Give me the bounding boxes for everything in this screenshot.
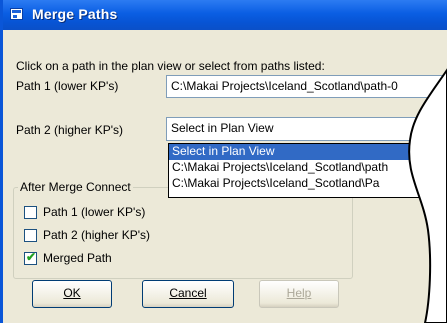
instruction-text: Click on a path in the plan view or sele… bbox=[16, 59, 325, 73]
path1-field[interactable]: C:\Makai Projects\Iceland_Scotland\path-… bbox=[166, 75, 447, 98]
after-merge-title: After Merge Connect bbox=[18, 180, 133, 194]
ok-button[interactable]: OK bbox=[32, 280, 112, 308]
merge-paths-dialog: Merge Paths Click on a path in the plan … bbox=[0, 0, 447, 323]
path1-label: Path 1 (lower KP's) bbox=[16, 79, 119, 93]
path2-checkbox-label: Path 2 (higher KP's) bbox=[43, 228, 151, 242]
checkmark-icon: ✔ bbox=[26, 250, 37, 264]
path1-checkbox-label: Path 1 (lower KP's) bbox=[43, 205, 146, 219]
path1-checkbox[interactable] bbox=[24, 206, 37, 219]
cancel-button-label: Cancel bbox=[169, 286, 207, 300]
path2-dropdown-list[interactable]: Select in Plan View C:\Makai Projects\Ic… bbox=[168, 143, 447, 198]
path2-checkbox[interactable] bbox=[24, 229, 37, 242]
title-bar[interactable]: Merge Paths bbox=[3, 0, 447, 30]
cancel-button[interactable]: Cancel bbox=[142, 280, 234, 308]
help-button-label: Help bbox=[286, 286, 312, 300]
dropdown-option-select-in-plan-view[interactable]: Select in Plan View bbox=[169, 144, 447, 160]
ok-button-label: OK bbox=[63, 286, 81, 300]
help-button[interactable]: Help bbox=[259, 280, 339, 308]
merged-path-checkbox[interactable]: ✔ bbox=[24, 250, 37, 265]
window-icon bbox=[10, 8, 23, 20]
dropdown-option-path-b[interactable]: C:\Makai Projects\Iceland_Scotland\Pa bbox=[169, 176, 447, 192]
dropdown-option-path-a[interactable]: C:\Makai Projects\Iceland_Scotland\path bbox=[169, 160, 447, 176]
window-title: Merge Paths bbox=[32, 6, 118, 22]
path2-label: Path 2 (higher KP's) bbox=[16, 123, 124, 137]
path2-combobox[interactable]: Select in Plan View bbox=[166, 117, 447, 141]
merged-path-checkbox-label: Merged Path bbox=[43, 251, 112, 265]
